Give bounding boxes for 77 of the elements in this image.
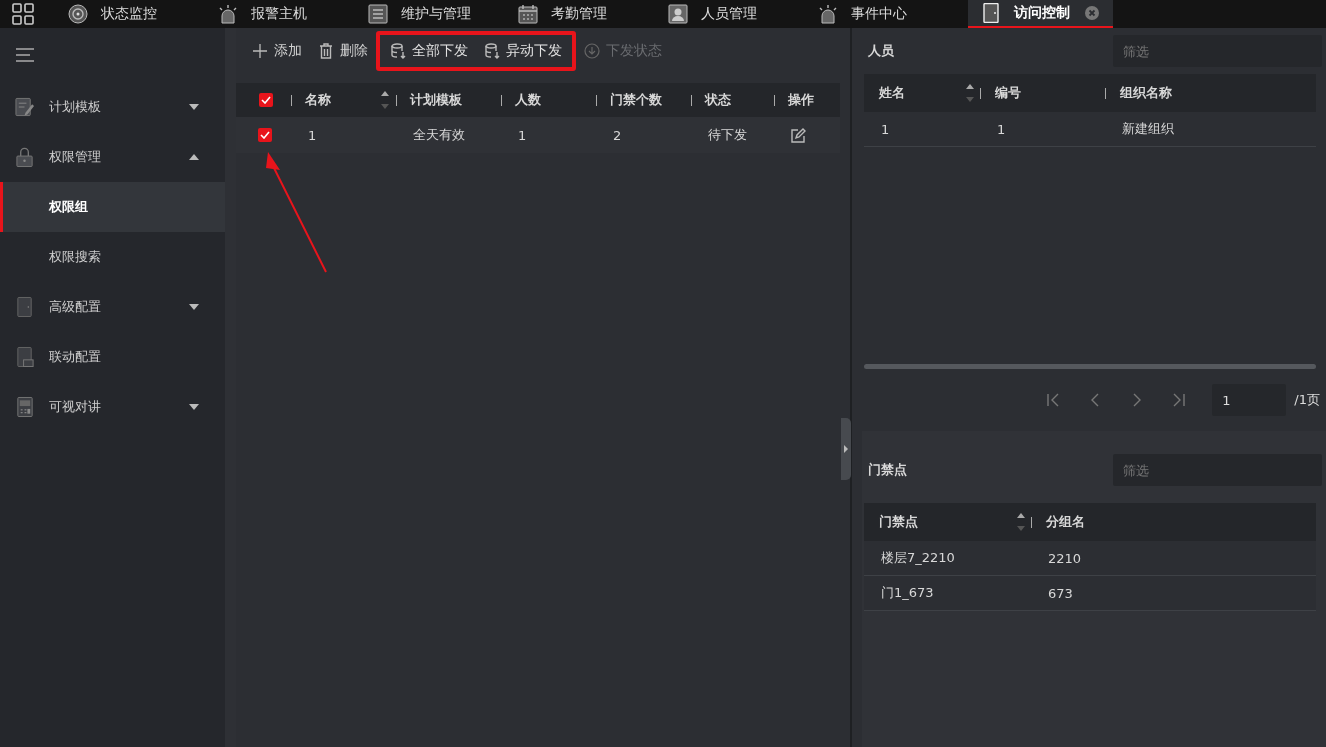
nav-tab[interactable]: 状态监控 [55,0,205,28]
first-page-icon[interactable] [1046,392,1061,408]
column-header[interactable]: 姓名 [864,74,980,112]
edit-icon[interactable] [791,127,806,143]
panel-title: 人员 [868,42,894,60]
sliders-icon [367,4,389,24]
table-cell: 2 [613,127,622,143]
sidebar-item[interactable]: 联动配置 [0,332,225,382]
column-header[interactable]: 分组名 [1031,503,1316,541]
alarm-light-icon [217,4,239,24]
table-cell: 1 [997,121,1006,137]
table-cell: 1 [308,127,317,143]
toolbar-button[interactable]: 删除 [310,36,376,66]
table-cell: 673 [1048,585,1073,601]
toolbar-button[interactable]: 异动下发 [476,36,570,66]
alarm-light-icon [817,4,839,24]
database-icon [484,43,500,59]
sidebar-item[interactable]: 可视对讲 [0,382,225,432]
table-cell: 1 [881,121,890,137]
door-link-icon [15,346,35,368]
calendar-icon [517,4,539,24]
table-cell: 楼层7_2210 [881,549,955,567]
padlock-icon [15,146,35,168]
table-cell: 待下发 [708,126,747,144]
column-header[interactable]: 状态 [690,83,773,117]
column-header[interactable]: 编号 [980,74,1105,112]
toolbar-button[interactable]: 全部下发 [382,36,476,66]
table-cell: 门1_673 [881,584,934,602]
column-header[interactable]: 门禁个数 [595,83,690,117]
sidebar-item[interactable]: 高级配置 [0,282,225,332]
table-cell: 1 [518,127,527,143]
nav-tab[interactable]: 事件中心 [805,0,955,28]
door-icon [980,3,1002,23]
collapse-handle[interactable] [841,418,851,480]
nav-tab[interactable]: 访问控制 [968,0,1113,28]
column-header[interactable]: 操作 [773,83,840,117]
sidebar-item[interactable]: 计划模板 [0,82,225,132]
filter-field[interactable]: 筛选 [1113,35,1322,67]
table-cell: 全天有效 [413,126,465,144]
column-header[interactable]: 组织名称 [1105,74,1316,112]
sort-icon[interactable] [966,83,974,103]
column-header[interactable]: 人数 [500,83,595,117]
sidebar-item[interactable]: 权限组 [0,182,225,232]
note-edit-icon [15,96,35,118]
last-page-icon[interactable] [1172,392,1187,408]
toolbar-button[interactable]: 添加 [244,36,310,66]
person-card-icon [667,4,689,24]
column-header[interactable]: 名称 [290,83,395,117]
radar-icon [67,4,89,24]
database-icon [390,43,406,59]
plus-icon [252,43,268,59]
panel-title: 门禁点 [868,461,907,479]
sidebar-item[interactable]: 权限管理 [0,132,225,182]
nav-tab[interactable]: 人员管理 [655,0,805,28]
filter-field[interactable]: 筛选 [1113,454,1322,486]
close-icon[interactable] [1085,6,1099,20]
intercom-icon [15,396,35,418]
table-cell: 2210 [1048,550,1082,566]
column-header[interactable]: 计划模板 [395,83,500,117]
nav-tab[interactable]: 维护与管理 [355,0,505,28]
page-field[interactable]: 1 [1212,384,1287,416]
menu-icon[interactable] [16,48,34,62]
sort-icon[interactable] [1017,512,1025,532]
sort-icon[interactable] [381,90,389,110]
nav-tab[interactable]: 考勤管理 [505,0,655,28]
sidebar-item[interactable]: 权限搜索 [0,232,225,282]
trash-icon [318,43,334,59]
door-icon [15,296,35,318]
scrollbar[interactable] [864,364,1316,369]
table-cell: 新建组织 [1122,120,1174,138]
checkbox[interactable] [258,128,272,142]
checkbox[interactable] [259,93,273,107]
nav-tab[interactable]: 报警主机 [205,0,355,28]
apps-icon[interactable] [12,3,34,25]
download-icon [584,43,600,59]
page-total: /1页 [1294,391,1320,409]
column-header[interactable]: 门禁点 [864,503,1031,541]
